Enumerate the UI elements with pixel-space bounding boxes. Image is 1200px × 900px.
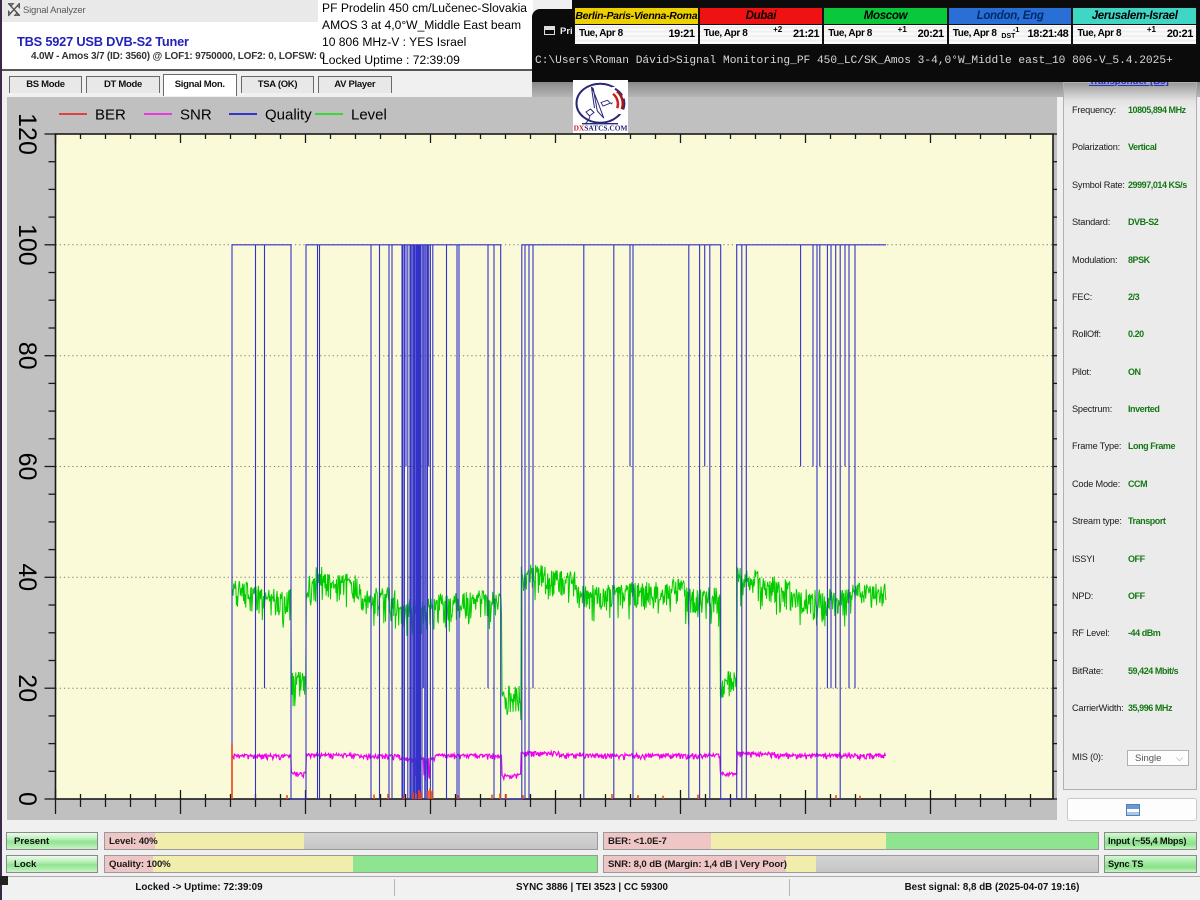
svg-text:100: 100 <box>13 224 41 266</box>
svg-text:DXSATCS.COM: DXSATCS.COM <box>574 124 628 133</box>
svg-text:BER: BER <box>95 107 126 124</box>
svg-text:40: 40 <box>13 563 41 591</box>
svg-text:Level: Level <box>351 107 387 124</box>
svg-text:0: 0 <box>13 792 41 806</box>
svg-text:Quality: Quality <box>265 107 312 124</box>
svg-text:60: 60 <box>13 453 41 481</box>
svg-text:SNR: SNR <box>180 107 212 124</box>
svg-text:80: 80 <box>13 342 41 370</box>
svg-text:20: 20 <box>13 674 41 702</box>
svg-text:120: 120 <box>13 113 41 155</box>
